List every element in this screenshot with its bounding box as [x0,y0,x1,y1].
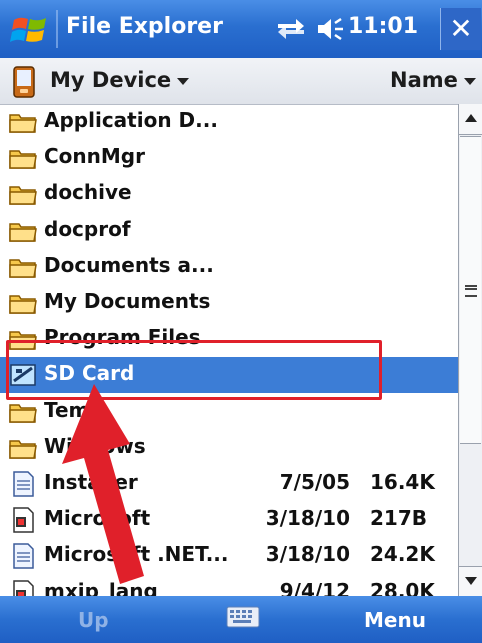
chevron-down-icon [177,77,190,85]
folder-icon [8,145,38,171]
location-dropdown[interactable]: My Device [50,68,190,92]
title-separator [56,10,58,48]
arrow-down-icon [465,577,477,585]
scroll-up-button[interactable] [459,104,482,135]
chevron-down-icon [463,77,476,85]
file-date: 3/18/10 [265,506,350,531]
folder-icon [8,109,38,135]
device-icon [13,66,35,98]
file-name: Documents a... [44,252,214,277]
file-name: docprof [44,216,131,241]
arrow-up-icon [465,114,477,122]
sort-label: Name [390,68,458,92]
folder-icon [8,181,38,207]
file-name: ConnMgr [44,144,145,169]
list-item[interactable]: My Documents [0,285,458,321]
softkey-bar: Up Menu [0,596,482,643]
file-size: 16.4K [370,470,435,494]
shortcut-icon [8,507,38,533]
folder-icon [8,218,38,244]
document-icon [8,543,38,570]
file-size: 28.0K [370,578,435,596]
folder-icon [8,254,38,280]
close-button[interactable]: ✕ [440,8,481,50]
file-date: 3/18/10 [265,542,350,567]
file-name: Application D... [44,108,218,132]
list-item[interactable]: ConnMgr [0,140,458,176]
file-date: 7/5/05 [279,470,350,494]
vertical-scrollbar[interactable] [458,104,482,597]
list-item[interactable]: dochive [0,176,458,212]
app-title: File Explorer [66,14,223,39]
file-name: My Documents [44,289,211,313]
location-header: My Device Name [0,58,482,105]
folder-icon [8,435,38,461]
file-name: dochive [44,180,132,205]
file-size: 24.2K [370,542,435,567]
sort-dropdown[interactable]: Name [390,68,476,92]
location-label: My Device [50,68,172,92]
windows-start-icon[interactable] [10,12,50,48]
menu-softkey[interactable]: Menu [364,608,426,632]
clock[interactable]: 11:01 [348,14,418,39]
scroll-down-button[interactable] [459,566,482,597]
title-bar: File Explorer 11:01 ✕ [0,0,482,58]
folder-icon [8,399,38,425]
file-size: 217B [370,506,427,531]
connectivity-icon[interactable] [276,16,306,42]
up-softkey[interactable]: Up [78,608,109,632]
scroll-thumb[interactable] [460,136,481,444]
file-date: 9/4/12 [279,578,350,596]
keyboard-icon[interactable] [226,604,260,630]
grip-icon [465,285,477,297]
list-item[interactable]: Documents a... [0,249,458,285]
folder-icon [8,290,38,316]
volume-icon[interactable] [316,17,344,41]
shortcut-icon [8,579,38,596]
annotation-arrow [62,384,144,584]
document-icon [8,471,38,497]
list-item[interactable]: Application D... [0,104,458,140]
list-item[interactable]: docprof [0,213,458,249]
